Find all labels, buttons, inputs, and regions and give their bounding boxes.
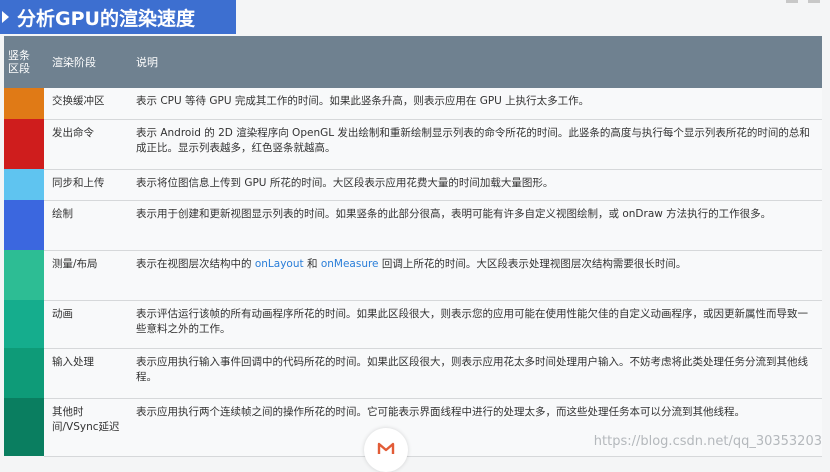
stage-name: 测量/布局 xyxy=(44,250,128,301)
description-text: 回调上所花的时间。大区段表示处理视图层次结构需要很长时间。 xyxy=(378,257,687,270)
color-swatch xyxy=(4,398,44,456)
stage-name: 其他时间/VSync延迟 xyxy=(44,398,128,457)
stage-name: 发出命令 xyxy=(44,119,128,170)
table-row: 动画 表示评估运行该帧的所有动画程序所花的时间。如果此区段很大，则表示您的应用可能… xyxy=(4,300,822,349)
stage-name: 绘制 xyxy=(44,200,128,251)
stage-name: 同步和上传 xyxy=(44,169,128,201)
description-text: 表示评估运行该帧的所有动画程序所花的时间。如果此区段很大，则表示您的应用可能在使… xyxy=(136,307,808,335)
page-title-banner: 分析GPU的渲染速度 xyxy=(0,0,236,34)
description-text: 表示用于创建和更新视图显示列表的时间。如果竖条的此部分很高，表明可能有许多自定义… xyxy=(136,207,772,220)
color-swatch xyxy=(4,200,44,250)
stage-description: 表示用于创建和更新视图显示列表的时间。如果竖条的此部分很高，表明可能有许多自定义… xyxy=(128,200,822,251)
gpu-render-table: 竖条区段 渲染阶段 说明 交换缓冲区 表示 CPU 等待 GPU 完成其工作的时间… xyxy=(4,36,822,457)
stage-name: 输入处理 xyxy=(44,348,128,399)
csdn-logo-badge[interactable] xyxy=(364,428,408,472)
description-text: 表示 CPU 等待 GPU 完成其工作的时间。如果此竖条升高，则表示应用在 GP… xyxy=(136,95,590,107)
description-text: 表示应用执行输入事件回调中的代码所花的时间。如果此区段很大，则表示应用花太多时间… xyxy=(136,355,808,383)
stage-description: 表示 CPU 等待 GPU 完成其工作的时间。如果此竖条升高，则表示应用在 GP… xyxy=(128,88,822,120)
description-text: 和 xyxy=(303,257,321,270)
description-text: 表示将位图信息上传到 GPU 所花的时间。大区段表示应用花费大量的时间加载大量图… xyxy=(136,176,554,189)
stage-description: 表示评估运行该帧的所有动画程序所花的时间。如果此区段很大，则表示您的应用可能在使… xyxy=(128,300,822,349)
window-controls xyxy=(786,0,820,12)
header-desc: 说明 xyxy=(128,36,822,88)
method-name: onLayout xyxy=(254,257,304,270)
table-row: 测量/布局 表示在视图层次结构中的 onLayout 和 onMeasure 回调… xyxy=(4,250,822,301)
stage-description: 表示应用执行输入事件回调中的代码所花的时间。如果此区段很大，则表示应用花太多时间… xyxy=(128,348,822,399)
header-stage: 渲染阶段 xyxy=(44,36,128,88)
more-icon[interactable] xyxy=(808,0,820,3)
stage-name: 动画 xyxy=(44,300,128,349)
stage-description: 表示将位图信息上传到 GPU 所花的时间。大区段表示应用花费大量的时间加载大量图… xyxy=(128,169,822,201)
minimize-icon[interactable] xyxy=(786,0,798,3)
table-row: 绘制 表示用于创建和更新视图显示列表的时间。如果竖条的此部分很高，表明可能有许多自… xyxy=(4,200,822,251)
table-row: 交换缓冲区 表示 CPU 等待 GPU 完成其工作的时间。如果此竖条升高，则表示应… xyxy=(4,88,822,120)
description-text: 表示应用执行两个连续帧之间的操作所花的时间。它可能表示界面线程中进行的处理太多，… xyxy=(136,405,745,418)
color-swatch xyxy=(4,300,44,348)
color-swatch xyxy=(4,169,44,200)
page-title: 分析GPU的渲染速度 xyxy=(17,7,195,30)
stage-name: 交换缓冲区 xyxy=(44,88,128,120)
table-row: 发出命令 表示 Android 的 2D 渲染程序向 OpenGL 发出绘制和重新… xyxy=(4,119,822,170)
description-text: 表示在视图层次结构中的 xyxy=(136,257,255,270)
method-name: onMeasure xyxy=(320,257,379,270)
table-row: 同步和上传 表示将位图信息上传到 GPU 所花的时间。大区段表示应用花费大量的时间… xyxy=(4,169,822,201)
color-swatch xyxy=(4,119,44,169)
csdn-logo-icon xyxy=(377,442,395,454)
color-swatch xyxy=(4,88,44,119)
color-swatch xyxy=(4,348,44,398)
arrow-right-icon xyxy=(2,11,9,23)
description-text: 表示 Android 的 2D 渲染程序向 OpenGL 发出绘制和重新绘制显示… xyxy=(136,126,810,154)
header-color: 竖条区段 xyxy=(4,36,44,88)
stage-description: 表示在视图层次结构中的 onLayout 和 onMeasure 回调上所花的时… xyxy=(128,250,822,301)
stage-description: 表示 Android 的 2D 渲染程序向 OpenGL 发出绘制和重新绘制显示… xyxy=(128,119,822,170)
table-row: 输入处理 表示应用执行输入事件回调中的代码所花的时间。如果此区段很大，则表示应用花… xyxy=(4,348,822,399)
watermark: https://blog.csdn.net/qq_30353203 xyxy=(593,434,822,449)
color-swatch xyxy=(4,250,44,300)
table-header-row: 竖条区段 渲染阶段 说明 xyxy=(4,36,822,88)
